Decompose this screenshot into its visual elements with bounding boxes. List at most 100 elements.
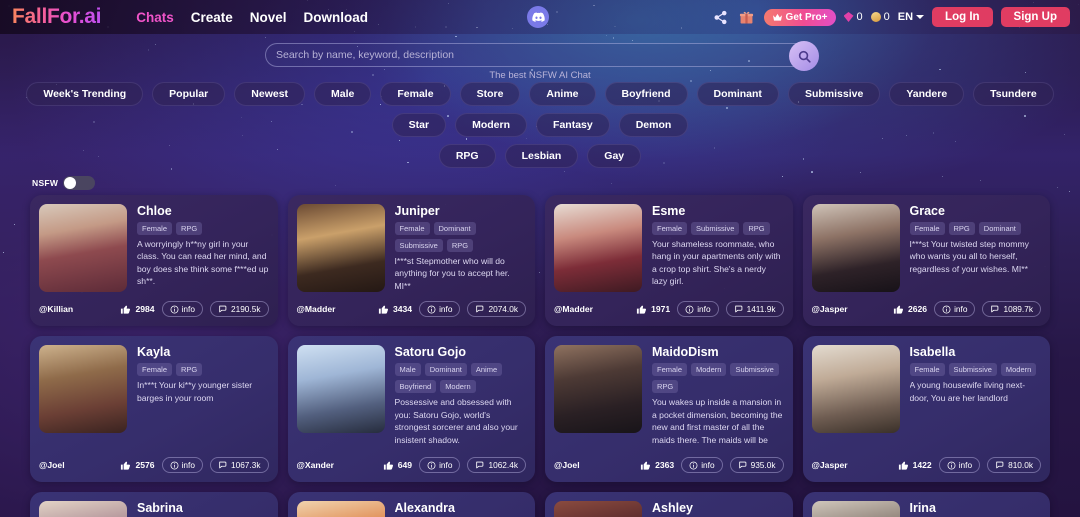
character-portrait[interactable]: [811, 204, 900, 292]
character-card[interactable]: Isabella Female Submissive Modern A young ho…: [802, 336, 1050, 483]
discord-icon[interactable]: [527, 6, 549, 28]
info-button[interactable]: info: [677, 301, 719, 318]
filter-chip-tsundere[interactable]: Tsundere: [973, 82, 1054, 106]
filter-chip-star[interactable]: Star: [391, 113, 447, 137]
tag-female[interactable]: Female: [394, 222, 430, 235]
tag-female[interactable]: Female: [909, 363, 945, 377]
chat-count-pill[interactable]: 1411.9k: [725, 301, 784, 318]
character-portrait[interactable]: [811, 345, 900, 434]
chat-count-pill[interactable]: 1067.3k: [209, 457, 269, 474]
nav-item-novel[interactable]: Novel: [250, 10, 287, 25]
get-pro-button[interactable]: Get Pro+: [763, 8, 836, 26]
filter-chip-modern[interactable]: Modern: [455, 113, 528, 137]
card-author[interactable]: @Jasper: [812, 304, 848, 314]
share-icon[interactable]: [712, 8, 730, 26]
tag-female[interactable]: Female: [137, 222, 173, 235]
filter-chip-week-s-trending[interactable]: Week's Trending: [26, 82, 144, 106]
tag-submissive[interactable]: Submissive: [691, 222, 740, 235]
character-portrait[interactable]: [554, 345, 642, 434]
search-button[interactable]: [789, 41, 819, 71]
tag-submissive[interactable]: Submissive: [394, 239, 443, 252]
character-card[interactable]: IrinaFemaleRPGSubmissive: [802, 492, 1050, 517]
like-count[interactable]: 1422: [898, 460, 932, 471]
card-author[interactable]: @Madder: [297, 304, 336, 314]
character-portrait[interactable]: [39, 204, 127, 292]
chat-count-pill[interactable]: 2074.0k: [467, 301, 526, 318]
character-portrait[interactable]: [296, 345, 385, 434]
chat-count-pill[interactable]: 1062.4k: [467, 457, 526, 474]
info-button[interactable]: info: [161, 457, 203, 474]
character-portrait[interactable]: [296, 204, 385, 292]
character-portrait[interactable]: [554, 501, 642, 517]
card-author[interactable]: @Xander: [297, 460, 335, 470]
card-author[interactable]: @Jasper: [812, 460, 848, 470]
character-card[interactable]: Esme Female Submissive RPG Your shameless ro…: [545, 195, 793, 327]
tag-male[interactable]: Male: [394, 363, 421, 377]
character-card[interactable]: AshleyFemaleDemon: [545, 492, 793, 517]
info-button[interactable]: info: [161, 301, 203, 318]
character-card[interactable]: Satoru Gojo Male Dominant Anime Boyfriend Mod…: [287, 336, 535, 483]
filter-chip-rpg[interactable]: RPG: [438, 144, 496, 168]
character-portrait[interactable]: [554, 204, 642, 292]
like-count[interactable]: 2576: [120, 460, 155, 471]
like-count[interactable]: 2626: [893, 304, 927, 315]
character-portrait[interactable]: [811, 501, 900, 517]
character-card[interactable]: SabrinaFemaleSubmissive: [30, 492, 278, 517]
language-selector[interactable]: EN: [898, 11, 925, 23]
like-count[interactable]: 1971: [636, 304, 670, 315]
tag-modern[interactable]: Modern: [691, 363, 727, 377]
tag-female[interactable]: Female: [652, 222, 688, 235]
like-count[interactable]: 2984: [120, 304, 155, 315]
tag-modern[interactable]: Modern: [440, 380, 476, 394]
info-button[interactable]: info: [681, 457, 723, 474]
tag-modern[interactable]: Modern: [1000, 363, 1037, 377]
filter-chip-boyfriend[interactable]: Boyfriend: [604, 82, 688, 106]
search-box[interactable]: [265, 41, 819, 71]
character-portrait[interactable]: [296, 501, 385, 517]
gem-counter[interactable]: 0: [843, 11, 863, 23]
tag-dominant[interactable]: Dominant: [433, 222, 476, 235]
filter-chip-store[interactable]: Store: [459, 82, 521, 106]
card-author[interactable]: @Joel: [39, 460, 65, 470]
filter-chip-fantasy[interactable]: Fantasy: [536, 113, 610, 137]
nsfw-toggle[interactable]: [63, 176, 96, 190]
chat-count-pill[interactable]: 935.0k: [729, 457, 784, 474]
tag-rpg[interactable]: RPG: [176, 363, 203, 377]
info-button[interactable]: info: [419, 457, 461, 474]
nav-item-create[interactable]: Create: [191, 10, 233, 25]
filter-chip-newest[interactable]: Newest: [234, 82, 306, 106]
filter-chip-yandere[interactable]: Yandere: [889, 82, 965, 106]
card-author[interactable]: @Joel: [554, 460, 580, 470]
site-logo[interactable]: FallFor.ai: [12, 5, 102, 29]
nav-item-chats[interactable]: Chats: [136, 10, 174, 25]
info-button[interactable]: info: [938, 457, 981, 474]
filter-chip-female[interactable]: Female: [380, 82, 451, 106]
like-count[interactable]: 3434: [378, 304, 412, 315]
character-portrait[interactable]: [39, 501, 127, 517]
gift-icon[interactable]: [738, 8, 756, 26]
tag-rpg[interactable]: RPG: [743, 222, 770, 235]
tag-rpg[interactable]: RPG: [948, 222, 975, 235]
character-card[interactable]: Juniper Female Dominant Submissive RPG I***st…: [287, 195, 535, 327]
tag-female[interactable]: Female: [652, 363, 688, 377]
filter-chip-gay[interactable]: Gay: [587, 144, 642, 168]
tag-submissive[interactable]: Submissive: [730, 363, 779, 377]
character-card[interactable]: MaidoDism Female Modern Submissive RPG You wa…: [545, 336, 793, 483]
filter-chip-submissive[interactable]: Submissive: [787, 82, 881, 106]
chat-count-pill[interactable]: 810.0k: [987, 457, 1041, 474]
tag-rpg[interactable]: RPG: [652, 380, 679, 394]
filter-chip-lesbian[interactable]: Lesbian: [504, 144, 579, 168]
info-button[interactable]: info: [419, 301, 461, 318]
tag-rpg[interactable]: RPG: [176, 222, 203, 235]
tag-female[interactable]: Female: [137, 363, 173, 377]
filter-chip-anime[interactable]: Anime: [529, 82, 596, 106]
discord-link[interactable]: [527, 6, 549, 28]
filter-chip-popular[interactable]: Popular: [152, 82, 226, 106]
nav-item-download[interactable]: Download: [304, 10, 369, 25]
card-author[interactable]: @Killian: [39, 304, 73, 314]
tag-rpg[interactable]: RPG: [446, 239, 474, 252]
tag-boyfriend[interactable]: Boyfriend: [394, 380, 437, 394]
tag-anime[interactable]: Anime: [470, 363, 503, 377]
character-card[interactable]: AlexandraFemaleRPG: [287, 492, 535, 517]
like-count[interactable]: 2363: [640, 460, 674, 471]
